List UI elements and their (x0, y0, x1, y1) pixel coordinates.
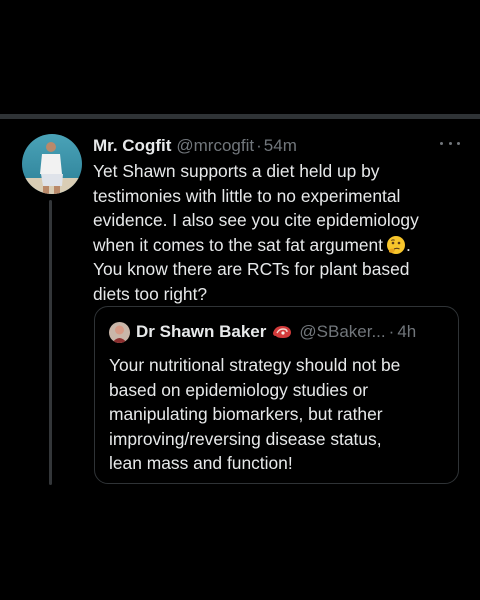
quoted-avatar[interactable] (109, 321, 130, 343)
thinking-face-icon (386, 235, 406, 255)
tweet-text-line: Yet Shawn supports a diet held up by (93, 161, 380, 181)
quoted-header-separator: · (388, 322, 395, 341)
quoted-author-name[interactable]: Dr Shawn Baker (136, 322, 266, 342)
tweet-text-line: diets too right? (93, 283, 208, 304)
quoted-text-line: based on epidemiology studies or (109, 379, 369, 400)
tweet-text-line: testimonies with little to no experiment… (93, 185, 401, 206)
tweet-text-trailing: . (406, 234, 411, 255)
steak-icon (271, 323, 293, 341)
top-divider (0, 114, 480, 119)
author-name[interactable]: Mr. Cogfit (93, 136, 171, 156)
quoted-tweet-header: Dr Shawn Baker @SBaker... · 4h (109, 321, 416, 343)
quoted-text-line: lean mass and function! (109, 453, 293, 473)
tweet-text-line: when it comes to the sat fat argument. (93, 233, 465, 258)
tweet-text: Yet Shawn supports a diet held up by tes… (93, 159, 465, 306)
quoted-author-handle[interactable]: @SBaker... (299, 322, 385, 342)
quoted-text-line: manipulating biomarkers, but rather (109, 404, 383, 424)
tweet-text-line: evidence. I also see you cite epidemiolo… (93, 210, 419, 230)
header-separator: · (256, 136, 262, 155)
tweet-header: Mr. Cogfit @mrcogfit · 54m (93, 134, 297, 158)
avatar[interactable] (22, 134, 82, 194)
thread-line (49, 200, 52, 485)
quoted-tweet-timestamp[interactable]: 4h (397, 322, 416, 342)
quoted-text-line: improving/reversing disease status, (109, 428, 382, 449)
author-handle[interactable]: @mrcogfit (176, 136, 254, 156)
quoted-text-line: Your nutritional strategy should not be (109, 355, 401, 375)
quoted-tweet-text: Your nutritional strategy should not be … (109, 353, 449, 476)
tweet-text-line: You know there are RCTs for plant based (93, 259, 410, 279)
tweet-timestamp[interactable]: 54m (264, 136, 297, 156)
avatar-photo (22, 134, 82, 194)
more-dots-icon[interactable] (440, 137, 460, 149)
tweet-text-segment: when it comes to the sat fat argument (93, 234, 383, 255)
quoted-tweet[interactable]: Dr Shawn Baker @SBaker... · 4h Your nutr… (94, 306, 459, 484)
